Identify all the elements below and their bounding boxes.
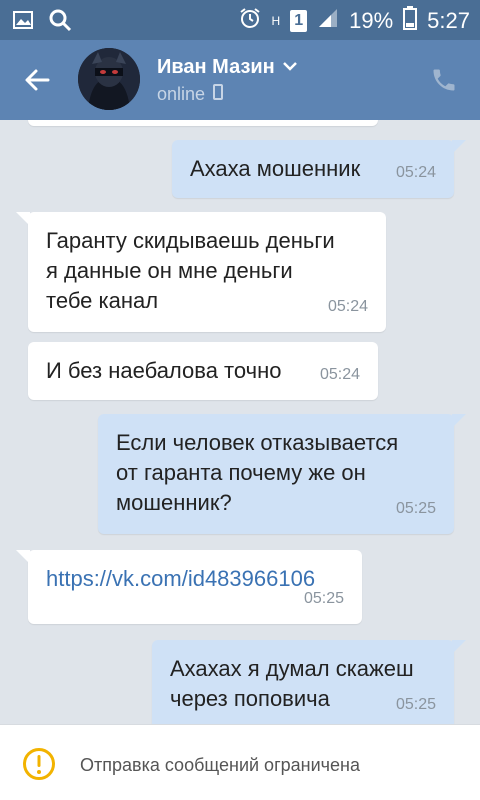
message-list[interactable]: Ахаха мошенник 05:24 Гаранту скидываешь … bbox=[0, 120, 480, 724]
message-link[interactable]: https://vk.com/id483966106 bbox=[46, 566, 315, 591]
battery-icon bbox=[403, 6, 418, 36]
message-time: 05:24 bbox=[319, 366, 360, 383]
chevron-down-icon bbox=[282, 59, 297, 77]
bubble-tail bbox=[16, 212, 30, 226]
sim-slot-badge: 1 bbox=[290, 10, 308, 32]
messaging-restricted-banner: Отправка сообщений ограничена bbox=[0, 724, 480, 800]
online-status: online bbox=[157, 84, 206, 104]
status-bar-right: H 1 19% 5:27 bbox=[238, 6, 470, 36]
message-line: тебе канал bbox=[46, 288, 159, 313]
avatar[interactable] bbox=[78, 48, 140, 110]
message-text: Ахаха мошенник bbox=[190, 156, 361, 181]
message-time: 05:25 bbox=[395, 696, 436, 713]
status-bar: H 1 19% 5:27 bbox=[0, 0, 480, 40]
message-bubble-outgoing[interactable]: Если человек отказывается от гаранта поч… bbox=[98, 414, 466, 534]
message-line: Если человек отказывается bbox=[116, 430, 399, 455]
clock: 5:27 bbox=[427, 8, 470, 33]
signal-icon bbox=[317, 7, 339, 35]
chat-header: Иван Мазин online bbox=[0, 40, 480, 120]
message-time: 05:25 bbox=[395, 500, 436, 517]
message-line: от гаранта почему же он bbox=[116, 460, 366, 485]
bubble-tail bbox=[452, 140, 466, 154]
message-line: Ахахах я думал скажеш bbox=[170, 656, 414, 681]
bubble-tail bbox=[16, 550, 30, 564]
message-bubble-outgoing[interactable]: Ахаха мошенник 05:24 bbox=[172, 140, 466, 198]
message-bubble-incoming[interactable]: https://vk.com/id483966106 05:25 bbox=[16, 550, 362, 624]
message-bubble-incoming[interactable]: Гаранту скидываешь деньги я данные он мн… bbox=[16, 212, 386, 332]
back-arrow-icon[interactable] bbox=[22, 64, 54, 96]
message-bubble-incoming[interactable]: И без наебалова точно 05:24 bbox=[28, 342, 378, 400]
contact-name-row[interactable]: Иван Мазин bbox=[157, 56, 297, 79]
gallery-icon bbox=[12, 9, 34, 36]
message-line: мошенник? bbox=[116, 490, 232, 515]
network-type: H bbox=[271, 14, 281, 28]
message-bubble-partial bbox=[28, 120, 378, 126]
status-bar-left bbox=[12, 8, 72, 37]
mobile-phone-icon bbox=[213, 84, 224, 105]
message-time: 05:24 bbox=[327, 298, 368, 315]
alarm-icon bbox=[238, 6, 262, 36]
message-bubble-outgoing[interactable]: Ахахах я думал скажеш через поповича 05:… bbox=[152, 640, 466, 724]
phone-icon[interactable] bbox=[430, 66, 458, 94]
contact-status-row: online bbox=[157, 84, 224, 105]
bubble-tail bbox=[452, 640, 466, 654]
restriction-text: Отправка сообщений ограничена bbox=[80, 755, 360, 775]
message-time: 05:25 bbox=[303, 590, 344, 607]
message-time: 05:24 bbox=[395, 164, 436, 181]
message-line: я данные он мне деньги bbox=[46, 258, 293, 283]
bubble-tail bbox=[452, 414, 466, 428]
message-text: И без наебалова точно bbox=[46, 358, 282, 383]
search-icon bbox=[48, 8, 72, 37]
message-line: Гаранту скидываешь деньги bbox=[46, 228, 335, 253]
contact-name: Иван Мазин bbox=[157, 56, 275, 78]
battery-percent: 19% bbox=[349, 8, 394, 33]
warning-icon bbox=[22, 747, 56, 781]
